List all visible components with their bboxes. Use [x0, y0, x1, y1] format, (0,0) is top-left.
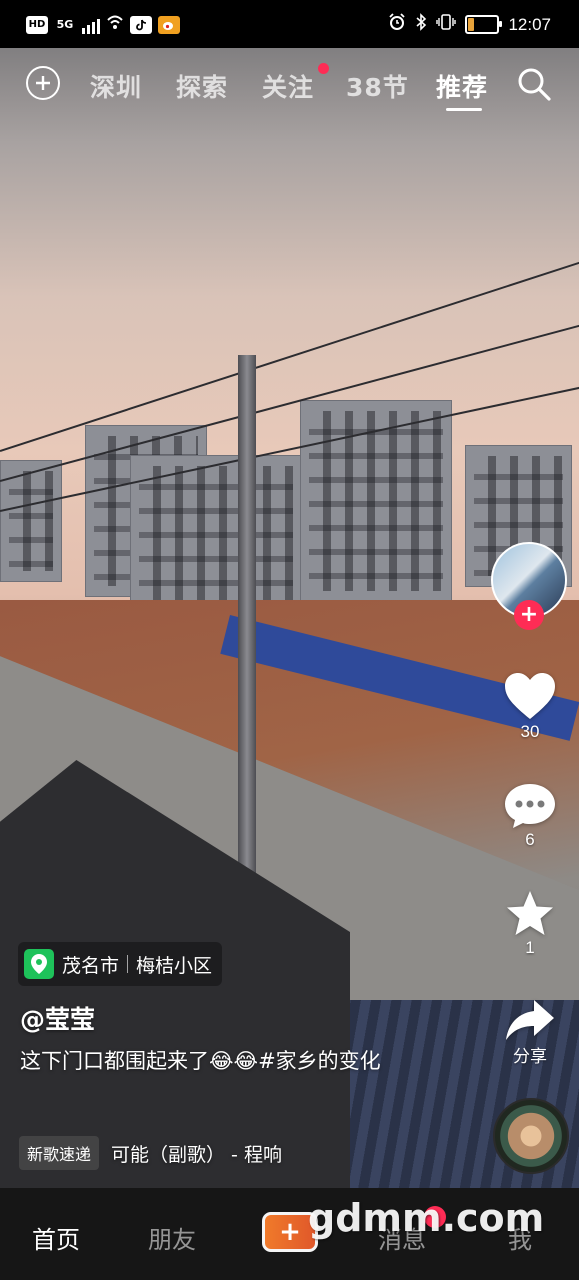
signal-icon: [82, 16, 100, 34]
power-wire: [0, 258, 579, 452]
weibo-icon: [158, 15, 180, 34]
like-count: 30: [520, 722, 540, 741]
top-nav: 深圳 探索 关注 38节 推荐: [0, 52, 579, 116]
location-divider: [127, 955, 129, 973]
tab-explore[interactable]: 探索: [176, 68, 228, 104]
follow-plus-icon[interactable]: +: [514, 600, 544, 630]
heart-icon: [505, 673, 555, 719]
tab-38-festival[interactable]: 38节: [346, 68, 409, 104]
tab-following[interactable]: 关注: [262, 68, 314, 104]
music-tag-badge: 新歌速递: [19, 1136, 100, 1170]
location-city: 茂名市: [62, 954, 120, 977]
comment-icon: [505, 784, 555, 828]
status-left: HD 5G: [26, 14, 180, 35]
post-caption[interactable]: 这下门口都围起来了😂😂#家乡的变化: [20, 1044, 440, 1078]
author-avatar[interactable]: +: [491, 542, 567, 630]
battery-icon: [465, 15, 503, 34]
share-icon: [506, 1000, 554, 1040]
status-bar: HD 5G 12:07: [0, 0, 579, 48]
vibrate-icon: [436, 13, 457, 36]
music-disc[interactable]: [493, 1098, 569, 1174]
music-title[interactable]: 可能（副歌） - 程响: [111, 1140, 282, 1167]
comment-count: 6: [525, 830, 535, 849]
favorite-button[interactable]: 1: [499, 890, 561, 958]
comment-button[interactable]: 6: [499, 782, 561, 850]
location-pin-icon: [24, 949, 54, 979]
status-right: 12:07: [388, 13, 551, 36]
bluetooth-icon: [415, 13, 427, 36]
music-row[interactable]: 新歌速递 可能（副歌） - 程响: [19, 1136, 282, 1170]
share-button[interactable]: 分享: [499, 998, 561, 1067]
star-icon: [507, 891, 553, 935]
like-button[interactable]: 30: [499, 672, 561, 742]
nav-home[interactable]: 首页: [32, 1220, 80, 1255]
utility-pole: [238, 355, 256, 885]
nav-friends[interactable]: 朋友: [148, 1220, 196, 1255]
watermark: gdmm.com: [308, 1196, 545, 1240]
tiktok-icon: [130, 15, 152, 34]
location-place: 梅桔小区: [136, 954, 213, 977]
wifi-icon: [106, 14, 124, 35]
network-type: 5G: [56, 18, 74, 31]
hd-indicator: HD: [26, 15, 48, 34]
favorite-count: 1: [525, 938, 535, 957]
tab-city[interactable]: 深圳: [90, 68, 142, 104]
share-label: 分享: [513, 1047, 547, 1066]
alarm-icon: [388, 13, 406, 36]
tab-recommend[interactable]: 推荐: [436, 68, 488, 104]
author-name[interactable]: @莹莹: [20, 1000, 95, 1036]
add-icon[interactable]: [26, 66, 60, 100]
clock: 12:07: [508, 14, 551, 34]
active-tab-indicator: [446, 108, 482, 111]
location-tag[interactable]: 茂名市 梅桔小区: [18, 942, 223, 986]
search-icon[interactable]: [516, 66, 552, 102]
following-dot-badge: [318, 63, 329, 74]
